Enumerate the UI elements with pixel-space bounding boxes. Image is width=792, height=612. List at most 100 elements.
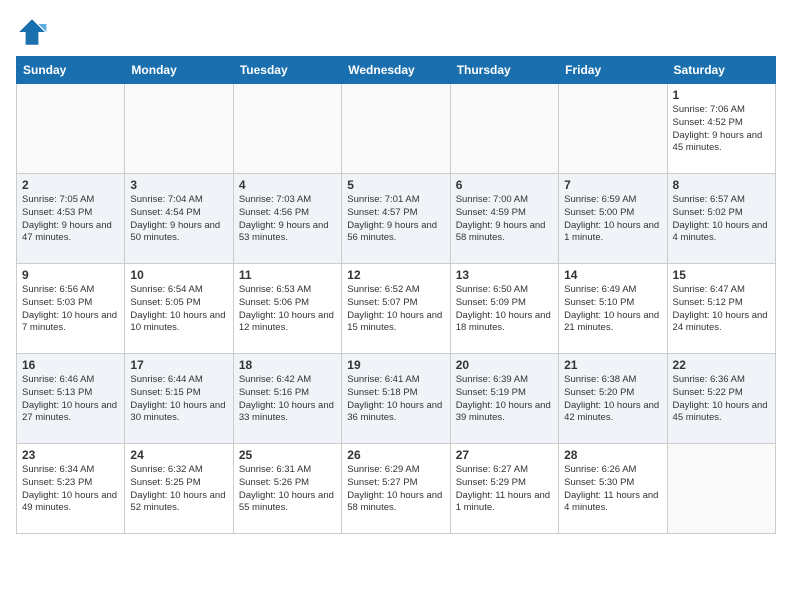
day-number: 13 bbox=[456, 268, 553, 282]
weekday-header-friday: Friday bbox=[559, 57, 667, 84]
calendar-cell: 19 Sunrise: 6:41 AM Sunset: 5:18 PM Dayli… bbox=[342, 354, 450, 444]
day-number: 27 bbox=[456, 448, 553, 462]
day-info: Sunrise: 6:52 AM Sunset: 5:07 PM Dayligh… bbox=[347, 284, 444, 335]
weekday-header-saturday: Saturday bbox=[667, 57, 775, 84]
day-info: Sunrise: 6:46 AM Sunset: 5:13 PM Dayligh… bbox=[22, 374, 119, 425]
day-number: 16 bbox=[22, 358, 119, 372]
day-number: 11 bbox=[239, 268, 336, 282]
calendar-cell bbox=[667, 444, 775, 534]
page-header bbox=[16, 16, 776, 48]
calendar-cell: 11 Sunrise: 6:53 AM Sunset: 5:06 PM Dayli… bbox=[233, 264, 341, 354]
calendar-cell: 12 Sunrise: 6:52 AM Sunset: 5:07 PM Dayli… bbox=[342, 264, 450, 354]
logo bbox=[16, 16, 52, 48]
day-number: 15 bbox=[673, 268, 770, 282]
calendar-cell: 26 Sunrise: 6:29 AM Sunset: 5:27 PM Dayli… bbox=[342, 444, 450, 534]
day-number: 28 bbox=[564, 448, 661, 462]
logo-icon bbox=[16, 16, 48, 48]
day-info: Sunrise: 6:49 AM Sunset: 5:10 PM Dayligh… bbox=[564, 284, 661, 335]
calendar-cell: 5 Sunrise: 7:01 AM Sunset: 4:57 PM Daylig… bbox=[342, 174, 450, 264]
day-number: 14 bbox=[564, 268, 661, 282]
weekday-header-wednesday: Wednesday bbox=[342, 57, 450, 84]
calendar-cell: 28 Sunrise: 6:26 AM Sunset: 5:30 PM Dayli… bbox=[559, 444, 667, 534]
calendar-cell: 23 Sunrise: 6:34 AM Sunset: 5:23 PM Dayli… bbox=[17, 444, 125, 534]
calendar-cell: 17 Sunrise: 6:44 AM Sunset: 5:15 PM Dayli… bbox=[125, 354, 233, 444]
calendar-cell bbox=[450, 84, 558, 174]
calendar-cell: 6 Sunrise: 7:00 AM Sunset: 4:59 PM Daylig… bbox=[450, 174, 558, 264]
day-info: Sunrise: 6:47 AM Sunset: 5:12 PM Dayligh… bbox=[673, 284, 770, 335]
calendar-cell: 7 Sunrise: 6:59 AM Sunset: 5:00 PM Daylig… bbox=[559, 174, 667, 264]
weekday-header-tuesday: Tuesday bbox=[233, 57, 341, 84]
calendar-cell: 18 Sunrise: 6:42 AM Sunset: 5:16 PM Dayli… bbox=[233, 354, 341, 444]
day-number: 21 bbox=[564, 358, 661, 372]
calendar-cell: 14 Sunrise: 6:49 AM Sunset: 5:10 PM Dayli… bbox=[559, 264, 667, 354]
day-info: Sunrise: 6:50 AM Sunset: 5:09 PM Dayligh… bbox=[456, 284, 553, 335]
week-row-5: 23 Sunrise: 6:34 AM Sunset: 5:23 PM Dayli… bbox=[17, 444, 776, 534]
day-info: Sunrise: 6:31 AM Sunset: 5:26 PM Dayligh… bbox=[239, 464, 336, 515]
calendar-cell: 25 Sunrise: 6:31 AM Sunset: 5:26 PM Dayli… bbox=[233, 444, 341, 534]
day-info: Sunrise: 6:41 AM Sunset: 5:18 PM Dayligh… bbox=[347, 374, 444, 425]
day-info: Sunrise: 6:59 AM Sunset: 5:00 PM Dayligh… bbox=[564, 194, 661, 245]
day-number: 5 bbox=[347, 178, 444, 192]
day-number: 1 bbox=[673, 88, 770, 102]
day-number: 20 bbox=[456, 358, 553, 372]
day-info: Sunrise: 7:00 AM Sunset: 4:59 PM Dayligh… bbox=[456, 194, 553, 245]
day-number: 8 bbox=[673, 178, 770, 192]
calendar-cell: 27 Sunrise: 6:27 AM Sunset: 5:29 PM Dayli… bbox=[450, 444, 558, 534]
day-info: Sunrise: 6:27 AM Sunset: 5:29 PM Dayligh… bbox=[456, 464, 553, 515]
day-number: 7 bbox=[564, 178, 661, 192]
day-number: 9 bbox=[22, 268, 119, 282]
day-info: Sunrise: 6:38 AM Sunset: 5:20 PM Dayligh… bbox=[564, 374, 661, 425]
day-info: Sunrise: 7:06 AM Sunset: 4:52 PM Dayligh… bbox=[673, 104, 770, 155]
week-row-1: 1 Sunrise: 7:06 AM Sunset: 4:52 PM Daylig… bbox=[17, 84, 776, 174]
day-number: 6 bbox=[456, 178, 553, 192]
day-info: Sunrise: 6:53 AM Sunset: 5:06 PM Dayligh… bbox=[239, 284, 336, 335]
calendar-cell: 13 Sunrise: 6:50 AM Sunset: 5:09 PM Dayli… bbox=[450, 264, 558, 354]
calendar-cell: 1 Sunrise: 7:06 AM Sunset: 4:52 PM Daylig… bbox=[667, 84, 775, 174]
day-number: 12 bbox=[347, 268, 444, 282]
day-info: Sunrise: 7:05 AM Sunset: 4:53 PM Dayligh… bbox=[22, 194, 119, 245]
day-info: Sunrise: 6:26 AM Sunset: 5:30 PM Dayligh… bbox=[564, 464, 661, 515]
calendar-table: SundayMondayTuesdayWednesdayThursdayFrid… bbox=[16, 56, 776, 534]
calendar-cell bbox=[17, 84, 125, 174]
day-info: Sunrise: 6:29 AM Sunset: 5:27 PM Dayligh… bbox=[347, 464, 444, 515]
day-number: 18 bbox=[239, 358, 336, 372]
calendar-cell bbox=[342, 84, 450, 174]
calendar-cell: 4 Sunrise: 7:03 AM Sunset: 4:56 PM Daylig… bbox=[233, 174, 341, 264]
calendar-cell: 15 Sunrise: 6:47 AM Sunset: 5:12 PM Dayli… bbox=[667, 264, 775, 354]
day-number: 3 bbox=[130, 178, 227, 192]
day-info: Sunrise: 6:54 AM Sunset: 5:05 PM Dayligh… bbox=[130, 284, 227, 335]
day-info: Sunrise: 7:04 AM Sunset: 4:54 PM Dayligh… bbox=[130, 194, 227, 245]
weekday-header-row: SundayMondayTuesdayWednesdayThursdayFrid… bbox=[17, 57, 776, 84]
week-row-4: 16 Sunrise: 6:46 AM Sunset: 5:13 PM Dayli… bbox=[17, 354, 776, 444]
calendar-cell bbox=[125, 84, 233, 174]
weekday-header-monday: Monday bbox=[125, 57, 233, 84]
day-info: Sunrise: 6:57 AM Sunset: 5:02 PM Dayligh… bbox=[673, 194, 770, 245]
calendar-cell: 2 Sunrise: 7:05 AM Sunset: 4:53 PM Daylig… bbox=[17, 174, 125, 264]
day-number: 24 bbox=[130, 448, 227, 462]
day-number: 26 bbox=[347, 448, 444, 462]
calendar-cell bbox=[233, 84, 341, 174]
day-info: Sunrise: 7:01 AM Sunset: 4:57 PM Dayligh… bbox=[347, 194, 444, 245]
calendar-cell: 3 Sunrise: 7:04 AM Sunset: 4:54 PM Daylig… bbox=[125, 174, 233, 264]
day-info: Sunrise: 6:36 AM Sunset: 5:22 PM Dayligh… bbox=[673, 374, 770, 425]
calendar-cell: 10 Sunrise: 6:54 AM Sunset: 5:05 PM Dayli… bbox=[125, 264, 233, 354]
day-number: 25 bbox=[239, 448, 336, 462]
week-row-2: 2 Sunrise: 7:05 AM Sunset: 4:53 PM Daylig… bbox=[17, 174, 776, 264]
calendar-cell: 9 Sunrise: 6:56 AM Sunset: 5:03 PM Daylig… bbox=[17, 264, 125, 354]
day-number: 19 bbox=[347, 358, 444, 372]
day-number: 23 bbox=[22, 448, 119, 462]
calendar-cell: 8 Sunrise: 6:57 AM Sunset: 5:02 PM Daylig… bbox=[667, 174, 775, 264]
day-number: 10 bbox=[130, 268, 227, 282]
day-number: 17 bbox=[130, 358, 227, 372]
calendar-cell: 24Sunrise: 6:32 AM Sunset: 5:25 PM Dayli… bbox=[125, 444, 233, 534]
day-info: Sunrise: 6:56 AM Sunset: 5:03 PM Dayligh… bbox=[22, 284, 119, 335]
calendar-cell: 21 Sunrise: 6:38 AM Sunset: 5:20 PM Dayli… bbox=[559, 354, 667, 444]
calendar-cell bbox=[559, 84, 667, 174]
calendar-cell: 20Sunrise: 6:39 AM Sunset: 5:19 PM Dayli… bbox=[450, 354, 558, 444]
day-info: Sunrise: 6:34 AM Sunset: 5:23 PM Dayligh… bbox=[22, 464, 119, 515]
day-info: Sunrise: 7:03 AM Sunset: 4:56 PM Dayligh… bbox=[239, 194, 336, 245]
day-number: 4 bbox=[239, 178, 336, 192]
day-number: 2 bbox=[22, 178, 119, 192]
day-info: Sunrise: 6:42 AM Sunset: 5:16 PM Dayligh… bbox=[239, 374, 336, 425]
day-info: Sunrise: 6:44 AM Sunset: 5:15 PM Dayligh… bbox=[130, 374, 227, 425]
